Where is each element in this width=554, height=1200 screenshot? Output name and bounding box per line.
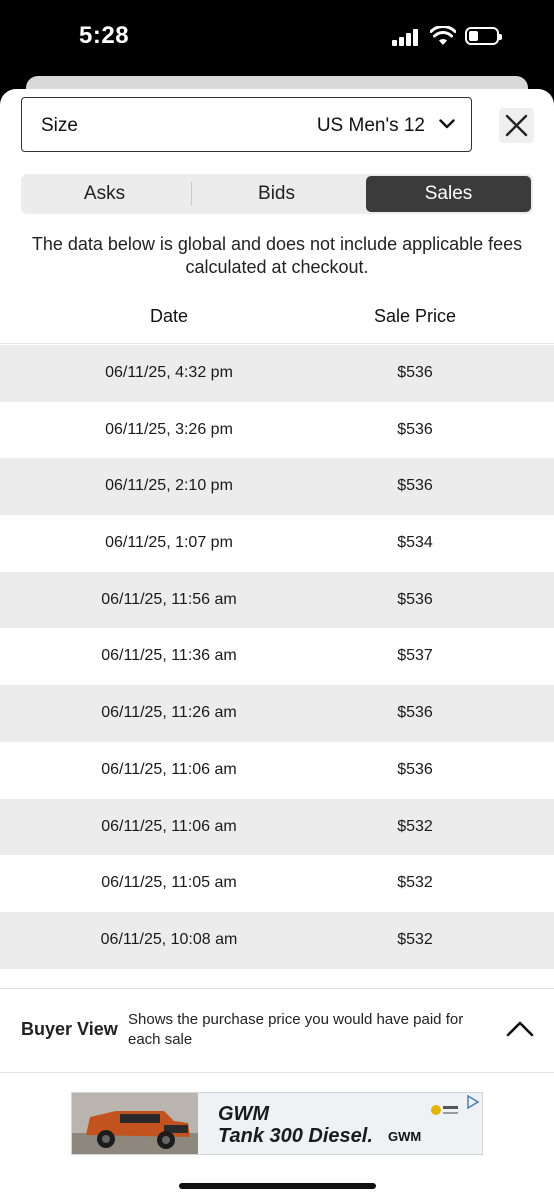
sale-date: 06/11/25, 11:06 am [101, 817, 237, 835]
size-label: Size [41, 115, 78, 136]
close-button[interactable] [499, 108, 534, 143]
chevron-up-icon[interactable] [506, 1020, 534, 1038]
buyer-view-description: Shows the purchase price you would have … [128, 1011, 464, 1048]
tab-asks[interactable]: Asks [22, 176, 187, 212]
ancap-badge-icon [431, 1105, 458, 1115]
sale-date: 06/11/25, 11:56 am [101, 590, 237, 608]
sale-price: $532 [397, 874, 433, 892]
sale-price: $532 [397, 930, 433, 948]
table-row: 06/11/25, 11:06 am $532 [0, 798, 554, 856]
sales-sheet: Size US Men's 12 Asks Bids Sales The dat… [0, 89, 554, 1200]
status-time: 5:28 [79, 22, 130, 49]
table-header: Date Sale Price [0, 303, 554, 344]
sale-date: 06/11/25, 11:05 am [101, 874, 237, 892]
table-row: 06/11/25, 4:32 pm $536 [0, 345, 554, 402]
ad-logo: GWM [388, 1129, 422, 1144]
cellular-signal-icon [392, 28, 420, 46]
sale-date: 06/11/25, 1:07 pm [105, 534, 233, 552]
sale-date: 06/11/25, 11:26 am [101, 704, 237, 722]
table-row: 06/11/25, 11:05 am $532 [0, 855, 554, 912]
sale-date: 06/11/25, 11:36 am [101, 647, 237, 665]
ad-model: Tank 300 Diesel. [218, 1125, 373, 1147]
close-icon [505, 114, 528, 137]
date-column-header: Date [149, 306, 189, 326]
size-selector[interactable]: Size US Men's 12 [21, 97, 472, 152]
sale-date: 06/11/25, 2:10 pm [105, 477, 233, 495]
tab-sales[interactable]: Sales [366, 176, 531, 212]
sale-price: $536 [397, 364, 433, 381]
table-row: 06/11/25, 11:36 am $537 [0, 628, 554, 685]
sale-price: $536 [397, 420, 433, 438]
home-indicator [179, 1183, 376, 1189]
sale-date: 06/11/25, 11:06 am [101, 760, 237, 778]
table-row: 06/11/25, 11:06 am $536 [0, 742, 554, 799]
adchoices-icon[interactable] [466, 1095, 480, 1109]
sale-price: $532 [397, 817, 433, 835]
sale-price: $536 [397, 760, 433, 778]
table-row: 06/11/25, 11:26 am $536 [0, 685, 554, 742]
sale-date: 06/11/25, 3:26 pm [105, 420, 233, 438]
sale-price: $536 [397, 704, 433, 722]
table-row: 06/11/25, 1:07 pm $534 [0, 515, 554, 572]
status-bar: 5:28 [0, 0, 554, 76]
sale-date: 06/11/25, 4:32 pm [105, 364, 233, 381]
sales-list: 06/11/25, 4:32 pm $536 06/11/25, 3:26 pm $… [0, 345, 554, 969]
table-row: 06/11/25, 3:26 pm $536 [0, 402, 554, 459]
buyer-view-title: Buyer View [21, 1019, 118, 1039]
advertisement-banner[interactable]: GWM Tank 300 Diesel. GWM [71, 1092, 483, 1155]
battery-icon [465, 27, 502, 45]
chevron-down-icon [439, 119, 455, 129]
table-row: 06/11/25, 11:56 am $536 [0, 571, 554, 629]
tab-bar: Asks Bids Sales [21, 174, 533, 214]
size-value: US Men's 12 [316, 115, 425, 136]
table-row: 06/11/25, 10:08 am $532 [0, 911, 554, 969]
ad-brand: GWM [218, 1103, 270, 1125]
sale-price: $536 [397, 477, 433, 495]
sale-price: $536 [397, 590, 433, 608]
ad-truck-image [72, 1093, 198, 1154]
fees-notice: The data below is global and does not in… [31, 234, 523, 277]
tab-bids[interactable]: Bids [194, 176, 359, 212]
table-row: 06/11/25, 2:10 pm $536 [0, 458, 554, 516]
tab-divider [191, 182, 192, 206]
wifi-icon [430, 26, 456, 45]
sale-price: $537 [397, 647, 433, 665]
sale-date: 06/11/25, 10:08 am [100, 930, 238, 948]
buyer-view-panel[interactable]: Buyer View Shows the purchase price you … [0, 988, 554, 1073]
price-column-header: Sale Price [373, 306, 457, 326]
sale-price: $534 [397, 534, 433, 552]
